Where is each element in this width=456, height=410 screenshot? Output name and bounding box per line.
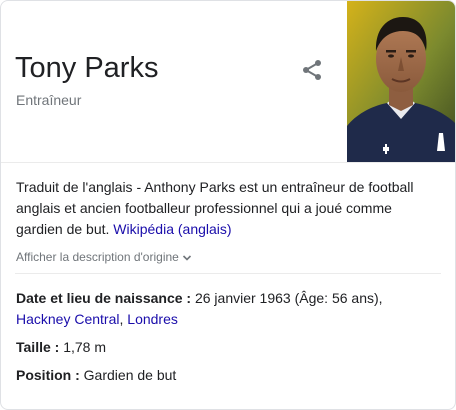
show-original-description-toggle[interactable]: Afficher la description d'origine: [16, 249, 192, 265]
fact-height-label: Taille :: [16, 339, 60, 355]
entity-title: Tony Parks: [15, 52, 159, 84]
portrait-image: [347, 1, 455, 162]
birthplace-link-londres[interactable]: Londres: [127, 311, 178, 327]
fact-height: Taille : 1,78 m: [16, 337, 436, 358]
show-original-label: Afficher la description d'origine: [16, 250, 179, 264]
share-icon: [303, 60, 321, 80]
fact-position-label: Position :: [16, 367, 80, 383]
birthplace-link-hackney[interactable]: Hackney Central: [16, 311, 120, 327]
panel-header: Tony Parks Entraîneur: [1, 1, 455, 163]
entity-subtitle: Entraîneur: [16, 92, 82, 108]
knowledge-panel: Tony Parks Entraîneur Traduit de l'angla…: [0, 0, 456, 410]
entity-photo[interactable]: [347, 1, 455, 162]
chevron-down-icon: [182, 255, 191, 261]
section-divider: [15, 273, 441, 274]
fact-birth-value: 26 janvier 1963 (Âge: 56 ans),: [194, 290, 383, 306]
fact-height-value: 1,78 m: [63, 339, 107, 355]
wikipedia-link[interactable]: Wikipédia (anglais): [113, 221, 231, 237]
share-button[interactable]: [300, 58, 324, 82]
fact-position-value: Gardien de but: [83, 367, 177, 383]
birthplace-separator: ,: [119, 311, 124, 327]
fact-birth: Date et lieu de naissance : 26 janvier 1…: [16, 288, 436, 330]
fact-position: Position : Gardien de but: [16, 365, 436, 386]
entity-description: Traduit de l'anglais - Anthony Parks est…: [16, 177, 436, 240]
fact-birth-label: Date et lieu de naissance :: [16, 290, 192, 306]
